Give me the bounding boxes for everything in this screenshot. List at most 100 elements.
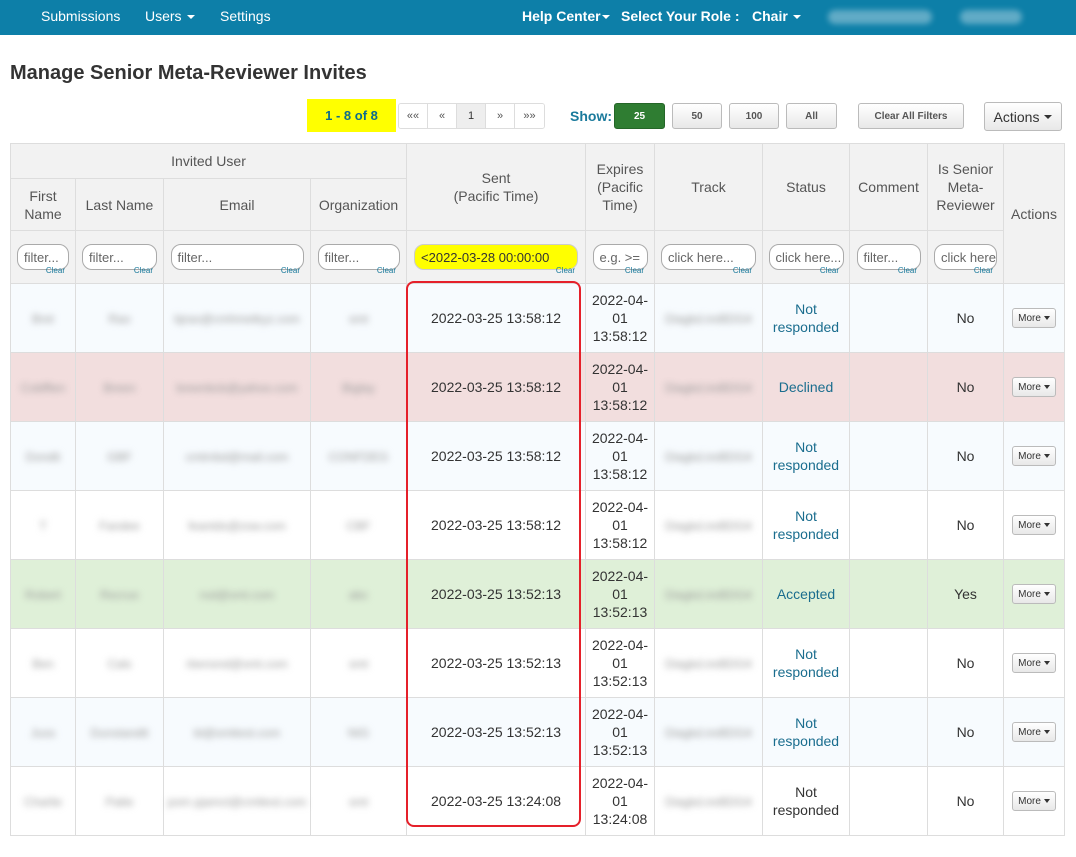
- first-name-header[interactable]: First Name: [10, 178, 76, 231]
- more-button[interactable]: More: [1012, 584, 1057, 605]
- email-cell: feantds@zsw.com: [188, 519, 286, 533]
- status-header[interactable]: Status: [762, 143, 851, 231]
- is-senior-cell: No: [927, 490, 1005, 560]
- clear-link[interactable]: Clear: [733, 262, 752, 280]
- last-name-cell: Breen: [103, 381, 136, 395]
- status-cell: Not responded: [762, 628, 851, 698]
- status-text: Accepted: [776, 586, 836, 602]
- sent-cell: 2022-03-25 13:58:12: [406, 283, 587, 353]
- first-name-cell: Dondti: [25, 450, 61, 464]
- clear-link[interactable]: Clear: [46, 262, 65, 280]
- actions-button[interactable]: Actions: [984, 102, 1062, 131]
- clear-link[interactable]: Clear: [820, 262, 839, 280]
- page-size-100-button[interactable]: 100: [729, 103, 779, 129]
- nav-settings[interactable]: Settings: [220, 8, 271, 24]
- sent-header[interactable]: Sent (Pacific Time): [406, 143, 587, 231]
- first-name-cell: Ben: [32, 657, 54, 671]
- more-label: More: [1018, 588, 1041, 600]
- expires-time: 13:58:12: [592, 535, 648, 551]
- is-senior-cell: No: [927, 421, 1005, 491]
- chevron-down-icon: [186, 15, 195, 20]
- blurred-nav-item[interactable]: [960, 10, 1022, 24]
- actions-label: Actions: [993, 108, 1040, 125]
- more-button[interactable]: More: [1012, 377, 1057, 398]
- sent-filter[interactable]: <2022-03-28 00:00:00: [414, 244, 579, 270]
- status-text: Not: [795, 646, 817, 662]
- next-page-button[interactable]: »: [486, 104, 515, 128]
- comment-cell: [849, 559, 929, 629]
- organization-cell: smt: [348, 795, 369, 809]
- table-row: Cobfflen Breen breenbcb@yahoo.com Biglay 202…: [10, 352, 1066, 422]
- sent-cell: 2022-03-25 13:52:13: [406, 628, 587, 698]
- email-header[interactable]: Email: [163, 178, 311, 231]
- clear-link[interactable]: Clear: [898, 262, 917, 280]
- expires-date: 2022-04-: [591, 361, 649, 377]
- status-text: Not: [795, 439, 817, 455]
- sent-cell: 2022-03-25 13:58:12: [406, 421, 587, 491]
- more-label: More: [1018, 450, 1041, 462]
- page-size-all-button[interactable]: All: [786, 103, 837, 129]
- track-cell: Diagkd.ireBDG4: [665, 450, 752, 464]
- actions-cell: More: [1003, 490, 1066, 560]
- more-label: More: [1018, 312, 1041, 324]
- comment-header[interactable]: Comment: [849, 143, 929, 231]
- expires-day: 01: [612, 655, 628, 671]
- clear-link[interactable]: Clear: [377, 262, 396, 280]
- more-button[interactable]: More: [1012, 791, 1057, 812]
- nav-submissions[interactable]: Submissions: [41, 8, 120, 24]
- last-name-header[interactable]: Last Name: [75, 178, 164, 231]
- last-name-cell: Rao: [108, 312, 131, 326]
- page-size-25-button[interactable]: 25: [614, 103, 665, 129]
- last-name-cell: Dunstandtt: [90, 726, 149, 740]
- nav-help-center[interactable]: Help Center: [522, 8, 610, 24]
- track-cell: Diagkd.ireBDG4: [665, 519, 752, 533]
- clear-link[interactable]: Clear: [974, 262, 993, 280]
- is-senior-cell: No: [927, 628, 1005, 698]
- organization-header[interactable]: Organization: [309, 178, 408, 231]
- actions-cell: More: [1003, 352, 1066, 422]
- clear-link[interactable]: Clear: [281, 262, 300, 280]
- last-page-button[interactable]: »»: [515, 104, 544, 128]
- blurred-user-menu[interactable]: [828, 10, 932, 24]
- track-header[interactable]: Track: [654, 143, 764, 231]
- chevron-down-icon: [1043, 592, 1050, 597]
- clear-all-filters-button[interactable]: Clear All Filters: [858, 103, 964, 129]
- more-label: More: [1018, 795, 1041, 807]
- actions-cell: More: [1003, 697, 1066, 767]
- comment-cell: [849, 697, 929, 767]
- more-button[interactable]: More: [1012, 515, 1057, 536]
- first-page-button[interactable]: ««: [399, 104, 428, 128]
- is-senior-cell: No: [927, 766, 1005, 836]
- expires-cell: 2022-04- 01 13:24:08: [585, 766, 656, 836]
- status-text: responded: [772, 457, 840, 473]
- clear-link[interactable]: Clear: [625, 262, 644, 280]
- more-button[interactable]: More: [1012, 722, 1057, 743]
- more-label: More: [1018, 381, 1041, 393]
- more-button[interactable]: More: [1012, 308, 1057, 329]
- more-button[interactable]: More: [1012, 653, 1057, 674]
- page-1-button[interactable]: 1: [457, 104, 486, 128]
- expires-cell: 2022-04- 01 13:52:13: [585, 628, 656, 698]
- actions-cell: More: [1003, 628, 1066, 698]
- is-senior-header[interactable]: Is Senior Meta-Reviewer: [927, 143, 1005, 231]
- expires-header[interactable]: Expires (Pacific Time): [585, 143, 656, 231]
- table-row: Charlie Patte pom pjamct@cmttest.com smt 202…: [10, 766, 1066, 836]
- organization-cell: smt: [348, 312, 369, 326]
- more-button[interactable]: More: [1012, 446, 1057, 467]
- prev-page-button[interactable]: «: [428, 104, 457, 128]
- expires-day: 01: [612, 448, 628, 464]
- clear-link[interactable]: Clear: [134, 262, 153, 280]
- email-cell: pom pjamct@cmttest.com: [167, 795, 307, 809]
- first-name-cell: Robert: [24, 588, 62, 602]
- sent-cell: 2022-03-25 13:24:08: [406, 766, 587, 836]
- invited-user-header: Invited User: [9, 143, 408, 179]
- expires-time: 13:52:13: [592, 742, 648, 758]
- page-size-50-button[interactable]: 50: [672, 103, 722, 129]
- last-name-cell: Patte: [105, 795, 134, 809]
- role-selector[interactable]: Chair: [752, 8, 801, 24]
- clear-link[interactable]: Clear: [556, 262, 575, 280]
- table-row: Bret Rao bjrao@cmhmetkyz.com smt 2022-03-25 …: [10, 283, 1066, 353]
- status-text: Not: [795, 508, 817, 524]
- actions-cell: More: [1003, 766, 1066, 836]
- nav-users[interactable]: Users: [145, 8, 195, 24]
